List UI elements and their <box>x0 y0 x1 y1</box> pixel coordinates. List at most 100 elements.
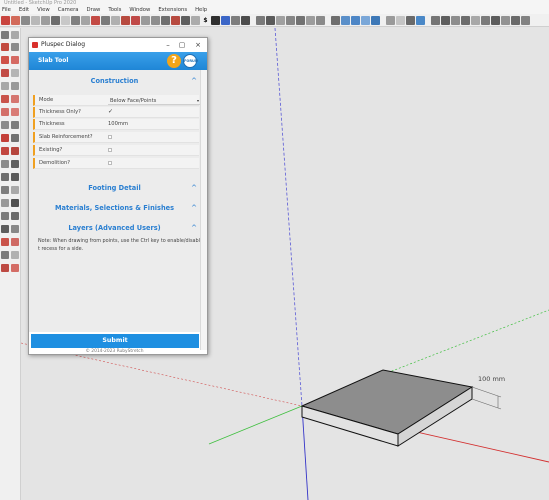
monochrome-icon[interactable] <box>386 15 395 25</box>
tape-tool-icon[interactable] <box>121 15 130 25</box>
dimension-tool-icon[interactable] <box>131 15 140 25</box>
component-icon[interactable] <box>431 15 440 25</box>
eraser-tool-icon[interactable] <box>11 15 20 25</box>
select-icon[interactable] <box>1 31 9 39</box>
scenes-icon[interactable] <box>481 15 490 25</box>
section-plane-icon[interactable] <box>11 251 19 259</box>
home-view-icon[interactable] <box>256 15 265 25</box>
plugin-icon[interactable] <box>221 15 230 25</box>
three-point-arc-icon[interactable] <box>1 108 9 116</box>
extension-icon[interactable] <box>241 15 250 25</box>
arc-icon[interactable] <box>1 95 9 103</box>
tape-measure-icon[interactable] <box>1 160 9 168</box>
maximize-icon[interactable]: ▢ <box>175 38 189 52</box>
line-tool-icon[interactable] <box>31 15 40 25</box>
menu-tools[interactable]: Tools <box>108 7 121 14</box>
paint-tool-icon[interactable] <box>21 15 30 25</box>
style-wireframe-icon[interactable] <box>341 15 350 25</box>
circle-tool-icon[interactable] <box>61 15 70 25</box>
move-tool-icon[interactable] <box>81 15 90 25</box>
rotated-rectangle-icon[interactable] <box>11 69 19 77</box>
offset-tool-icon[interactable] <box>111 15 120 25</box>
scale-icon[interactable] <box>1 147 9 155</box>
move-icon[interactable] <box>1 121 9 129</box>
eraser-icon[interactable] <box>1 43 9 51</box>
zoom-tool-icon[interactable] <box>191 15 200 25</box>
rectangle-tool-icon[interactable] <box>51 15 60 25</box>
section-footing[interactable]: Footing Detail ^ <box>29 182 200 194</box>
offset-icon[interactable] <box>11 147 19 155</box>
style-textured-icon[interactable] <box>371 15 380 25</box>
section-tool-icon[interactable] <box>161 15 170 25</box>
layer-icon[interactable] <box>416 15 425 25</box>
rotate-icon[interactable] <box>1 134 9 142</box>
zoom-extents-icon[interactable] <box>211 15 220 25</box>
style-shaded-icon[interactable] <box>361 15 370 25</box>
pan-tool-icon[interactable] <box>181 15 190 25</box>
make-component-icon[interactable] <box>11 31 19 39</box>
materials-icon[interactable] <box>471 15 480 25</box>
menu-draw[interactable]: Draw <box>87 7 101 14</box>
orbit-tool-icon[interactable] <box>171 15 180 25</box>
look-around-icon[interactable] <box>11 238 19 246</box>
dialog-scrollbar[interactable] <box>200 70 207 350</box>
soften-icon[interactable] <box>511 15 520 25</box>
paint-bucket-icon[interactable] <box>11 43 19 51</box>
orbit-icon[interactable] <box>1 199 9 207</box>
pushpull-tool-icon[interactable] <box>71 15 80 25</box>
slab-reinforcement-checkbox[interactable] <box>108 135 112 139</box>
previous-view-icon[interactable] <box>11 225 19 233</box>
rotate-tool-icon[interactable] <box>91 15 100 25</box>
menu-help[interactable]: Help <box>195 7 207 14</box>
thickness-only-checkbox[interactable]: ✓ <box>108 109 113 115</box>
text-tool-icon[interactable] <box>141 15 150 25</box>
help-button[interactable]: ? <box>167 54 181 68</box>
minimize-icon[interactable]: – <box>161 38 175 52</box>
section-construction[interactable]: Construction ^ <box>29 75 200 87</box>
section-layers[interactable]: Layers (Advanced Users) ^ <box>29 222 200 234</box>
shadow-icon[interactable] <box>396 15 405 25</box>
menu-file[interactable]: File <box>2 7 11 14</box>
axes-icon[interactable] <box>1 186 9 194</box>
position-camera-icon[interactable] <box>1 238 9 246</box>
menu-extensions[interactable]: Extensions <box>158 7 187 14</box>
entity-info-icon[interactable] <box>461 15 470 25</box>
mode-select[interactable]: Below Face/Points ▾ <box>108 96 200 105</box>
menu-camera[interactable]: Camera <box>58 7 79 14</box>
zoom-icon[interactable] <box>1 212 9 220</box>
forum-button[interactable]: FORUM <box>183 54 198 68</box>
style-hidden-icon[interactable] <box>351 15 360 25</box>
group-icon[interactable] <box>441 15 450 25</box>
section-materials[interactable]: Materials, Selections & Finishes ^ <box>29 202 200 214</box>
select-tool-icon[interactable] <box>1 15 10 25</box>
thickness-input[interactable]: 100mm <box>108 119 198 130</box>
freehand-icon[interactable] <box>11 56 19 64</box>
submit-button[interactable]: Submit <box>31 334 199 348</box>
polygon-icon[interactable] <box>11 82 19 90</box>
iso-view-icon[interactable] <box>266 15 275 25</box>
existing-checkbox[interactable] <box>108 148 112 152</box>
sandbox-icon[interactable] <box>1 264 9 272</box>
rectangle-icon[interactable] <box>1 69 9 77</box>
dollar-icon[interactable]: $ <box>201 16 210 25</box>
scale-tool-icon[interactable] <box>101 15 110 25</box>
two-point-arc-icon[interactable] <box>11 95 19 103</box>
front-view-icon[interactable] <box>286 15 295 25</box>
warehouse-icon[interactable] <box>231 15 240 25</box>
line-icon[interactable] <box>1 56 9 64</box>
pie-icon[interactable] <box>11 108 19 116</box>
3d-text-icon[interactable] <box>11 186 19 194</box>
menu-edit[interactable]: Edit <box>19 7 29 14</box>
solid-tools-icon[interactable] <box>521 15 530 25</box>
right-view-icon[interactable] <box>296 15 305 25</box>
menu-window[interactable]: Window <box>129 7 150 14</box>
fog-icon[interactable] <box>406 15 415 25</box>
left-view-icon[interactable] <box>316 15 325 25</box>
dimension-icon[interactable] <box>11 160 19 168</box>
pushpull-icon[interactable] <box>11 121 19 129</box>
top-view-icon[interactable] <box>276 15 285 25</box>
pan-icon[interactable] <box>11 199 19 207</box>
demolition-checkbox[interactable] <box>108 161 112 165</box>
text-icon[interactable] <box>11 173 19 181</box>
styles-icon[interactable] <box>491 15 500 25</box>
